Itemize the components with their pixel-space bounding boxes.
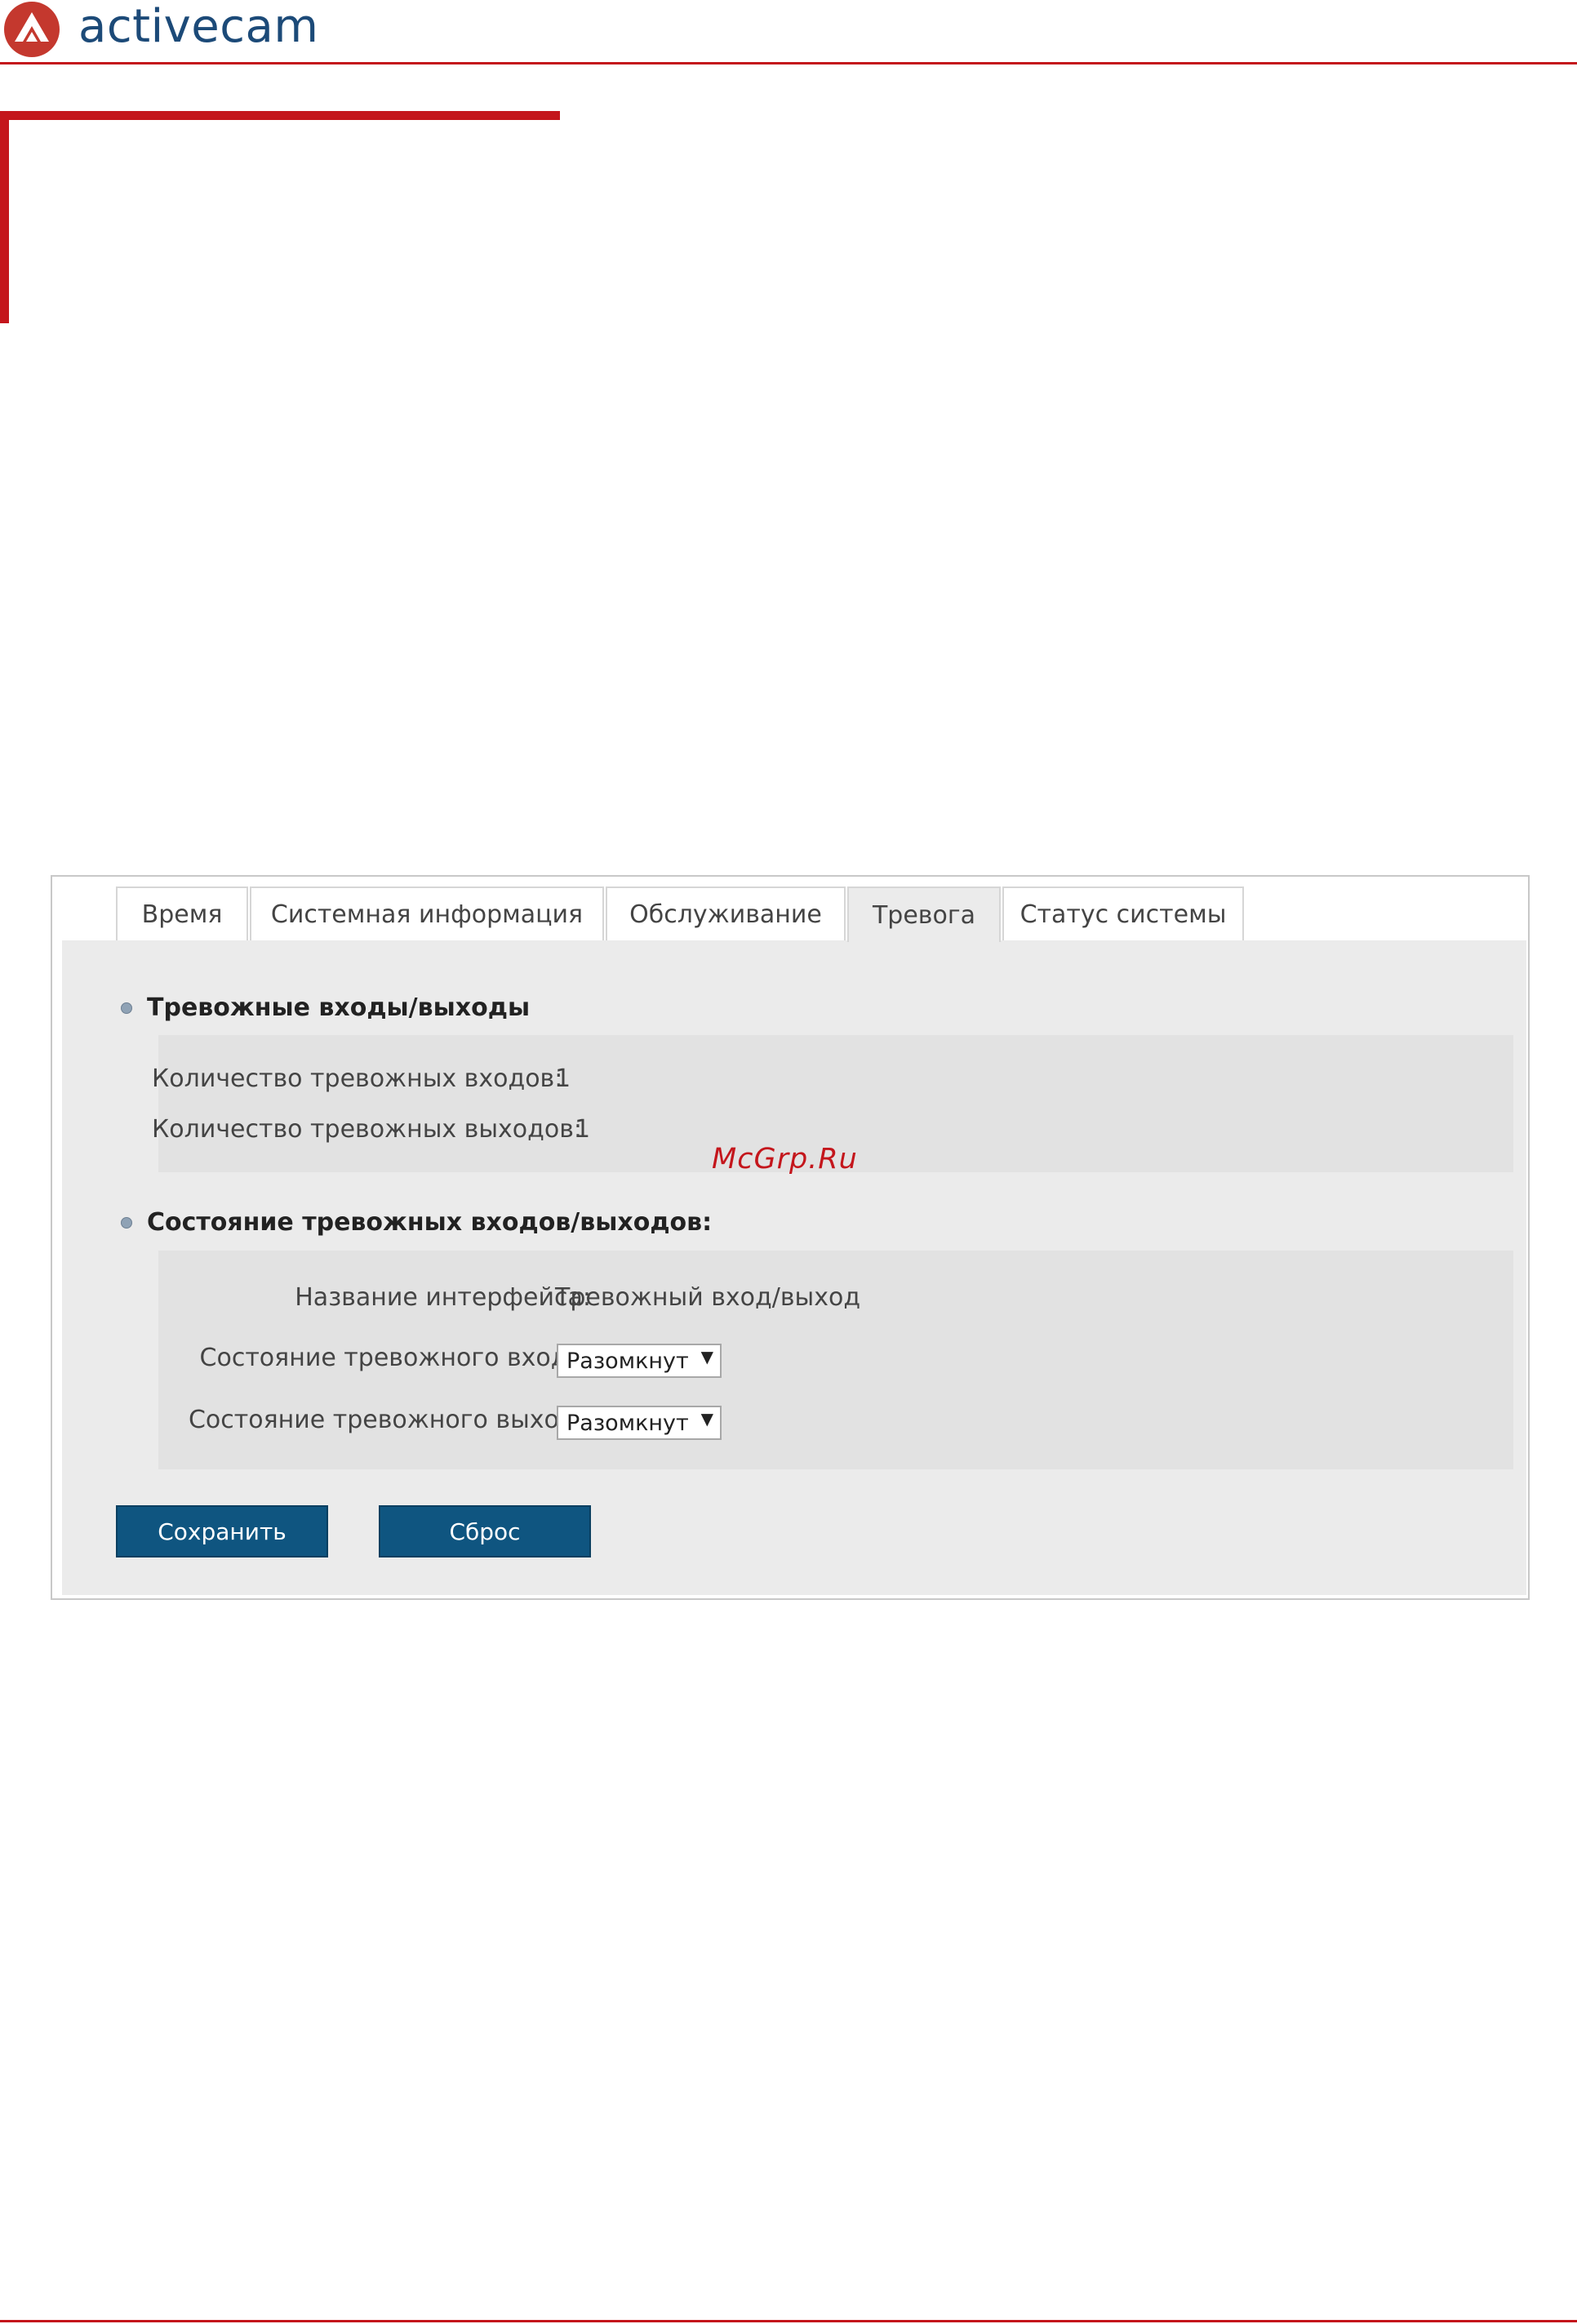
alarm-outputs-count: 1 (575, 1115, 591, 1144)
reset-button[interactable]: Сброс (379, 1505, 591, 1557)
input-state-value: Разомкнут (566, 1348, 689, 1374)
dropdown-arrow-icon: ▼ (700, 1409, 713, 1429)
footer-divider (0, 2320, 1577, 2322)
alarm-inputs-count: 1 (555, 1064, 571, 1093)
settings-window: Время Системная информация Обслуживание … (51, 875, 1530, 1600)
output-state-value: Разомкнут (566, 1410, 689, 1436)
alarm-state-section-title: Состояние тревожных входов/выходов: (121, 1208, 712, 1237)
activecam-logo-icon (4, 2, 60, 57)
alarm-inputs-label: Количество тревожных входов: (152, 1064, 563, 1093)
tab-system-info[interactable]: Системная информация (250, 886, 604, 940)
tab-maintenance[interactable]: Обслуживание (606, 886, 846, 940)
bullet-icon (121, 1216, 132, 1229)
corner-accent-left (0, 111, 9, 323)
corner-accent-top (0, 111, 560, 120)
dropdown-arrow-icon: ▼ (700, 1347, 713, 1366)
input-state-select[interactable]: Разомкнут ▼ (557, 1344, 722, 1378)
interface-name-label: Название интерфейса: (295, 1283, 591, 1312)
save-button[interactable]: Сохранить (116, 1505, 328, 1557)
tab-system-status[interactable]: Статус системы (1002, 886, 1244, 940)
header-divider (0, 62, 1577, 64)
watermark-text: McGrp.Ru (712, 1143, 858, 1175)
brand-name: activecam (78, 0, 319, 53)
output-state-label: Состояние тревожного выхода (188, 1406, 591, 1434)
bullet-icon (121, 1002, 132, 1014)
alarm-io-title: Тревожные входы/выходы (147, 993, 531, 1022)
tab-time[interactable]: Время (116, 886, 248, 940)
alarm-io-section-title: Тревожные входы/выходы (121, 993, 530, 1022)
input-state-label: Состояние тревожного входа: (199, 1344, 591, 1372)
alarm-outputs-label: Количество тревожных выходов: (152, 1115, 583, 1144)
tab-alarm[interactable]: Тревога (847, 886, 1001, 942)
alarm-state-title: Состояние тревожных входов/выходов: (147, 1208, 713, 1237)
tab-bar: Время Системная информация Обслуживание … (116, 886, 1246, 942)
interface-name-value: Тревожный вход/выход (555, 1283, 861, 1312)
output-state-select[interactable]: Разомкнут ▼ (557, 1406, 722, 1440)
